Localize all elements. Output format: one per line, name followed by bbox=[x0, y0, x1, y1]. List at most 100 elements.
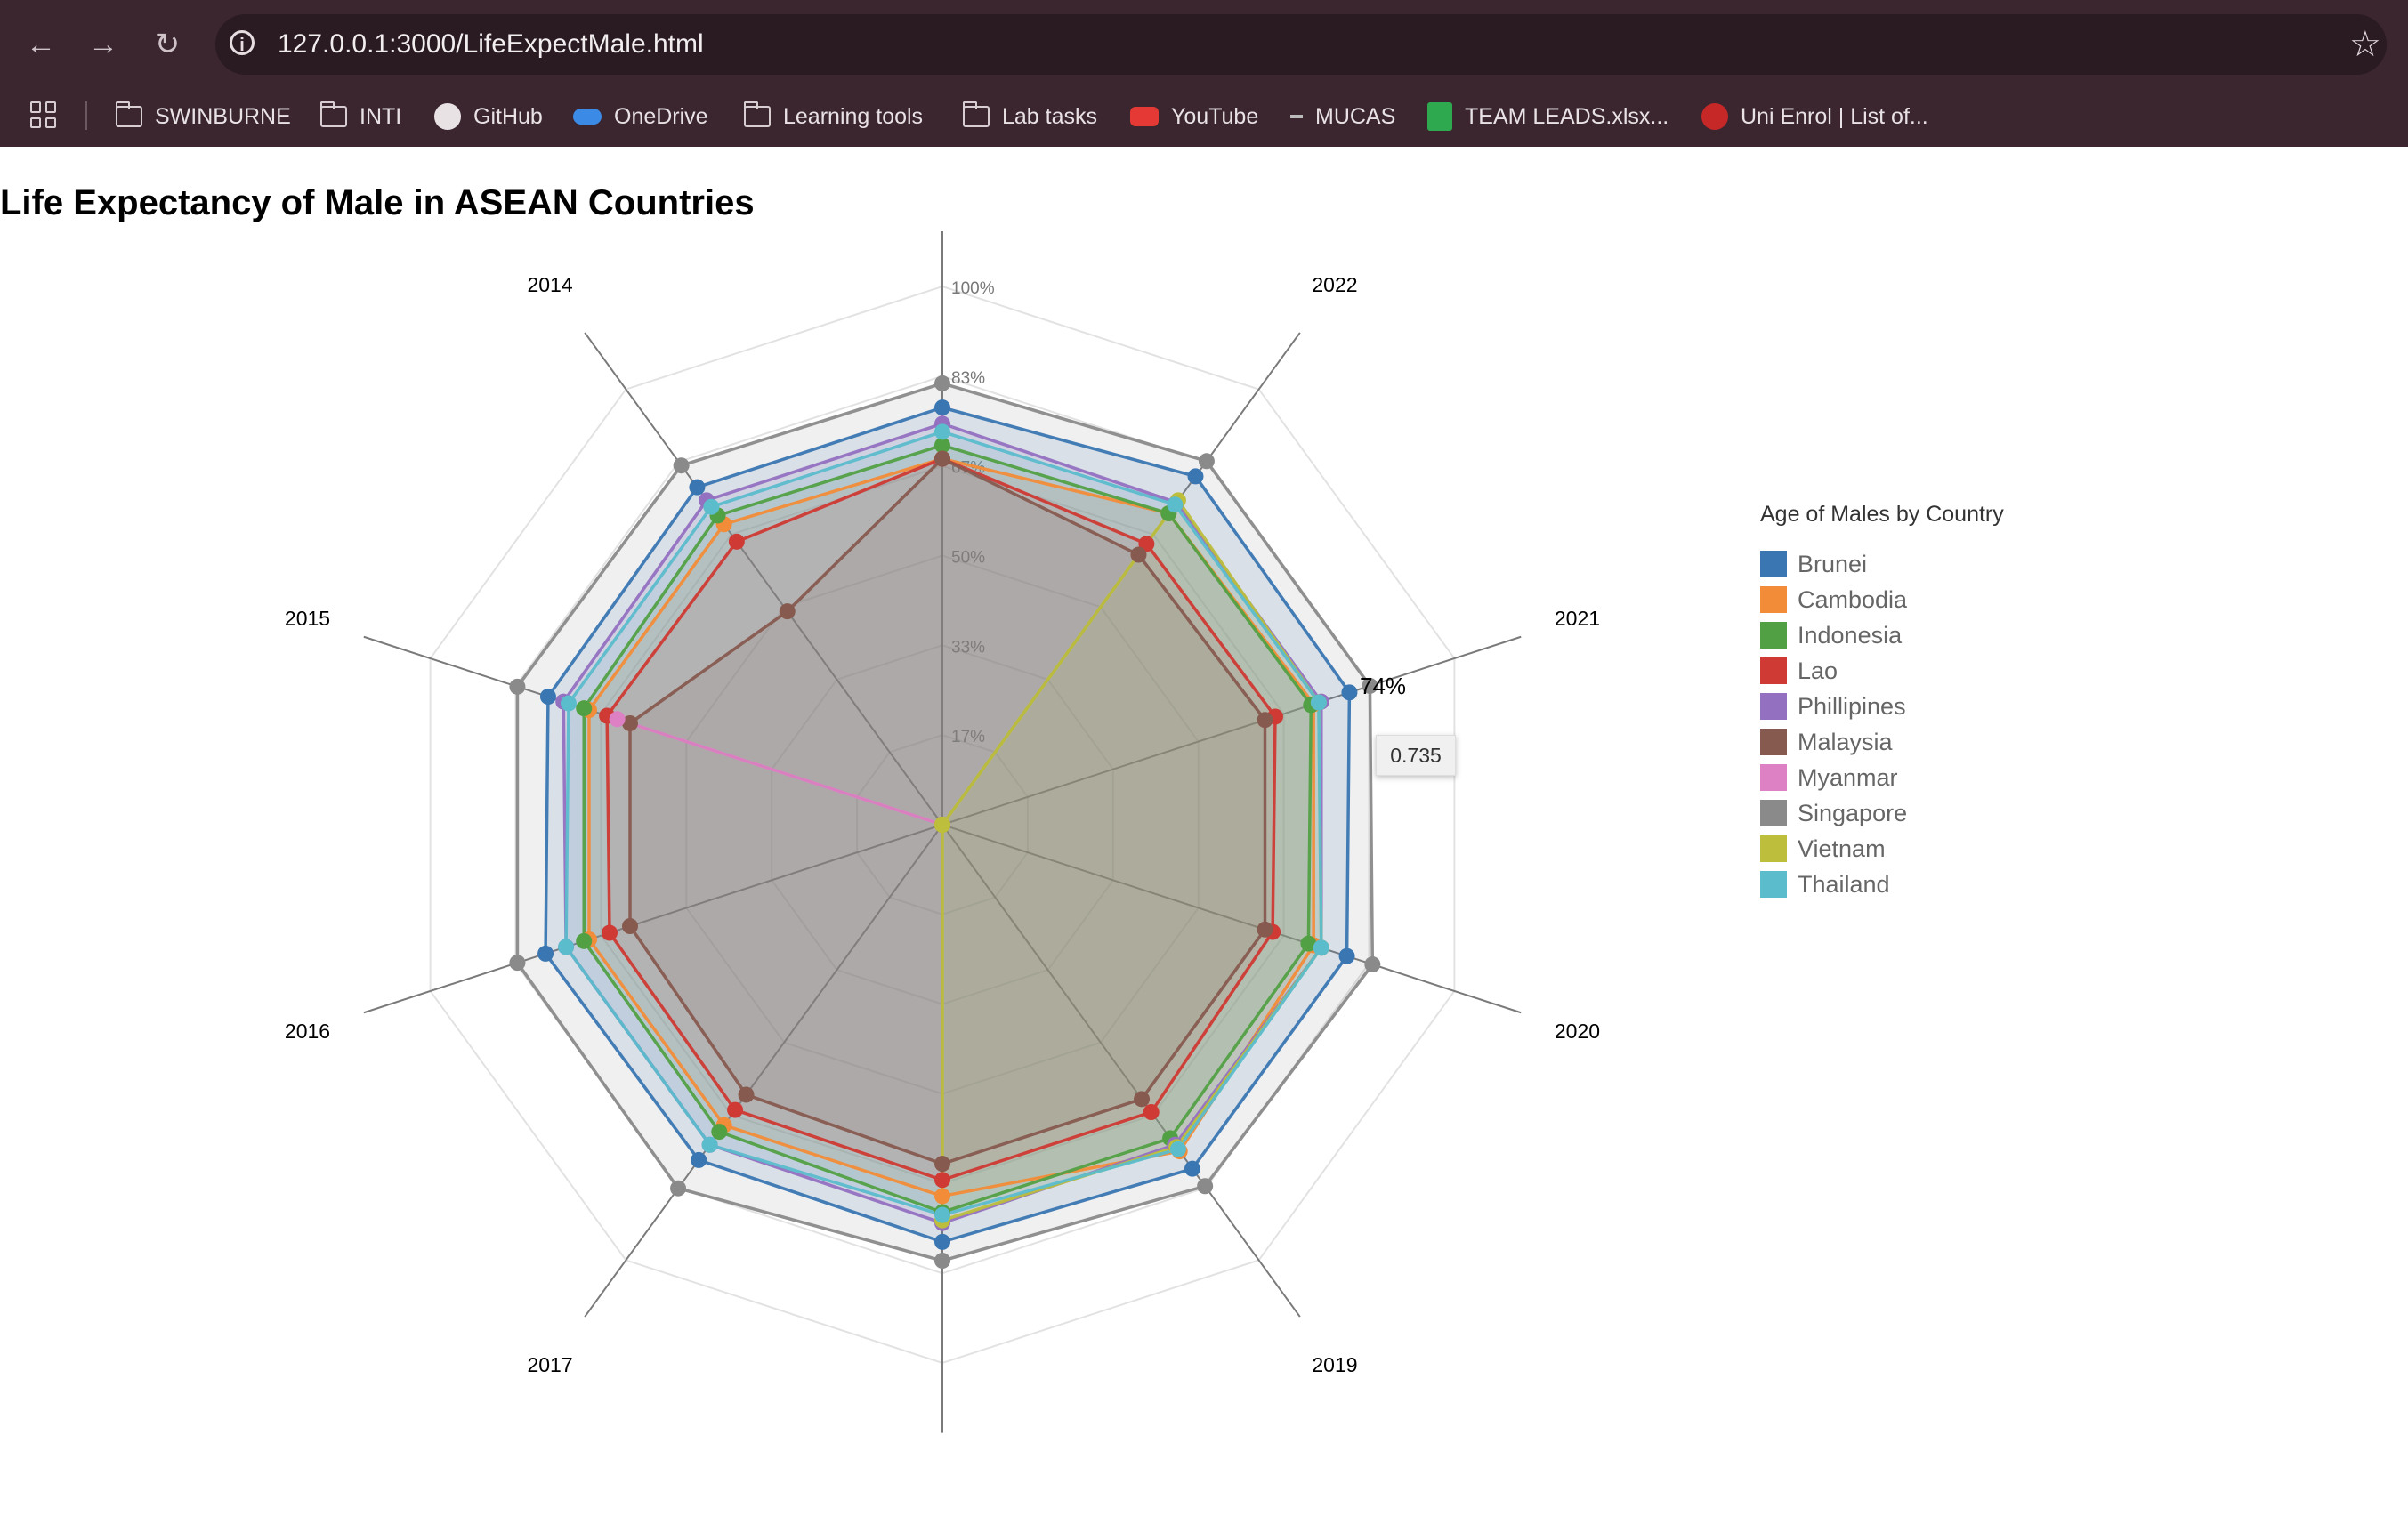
github-icon bbox=[434, 103, 461, 130]
legend-item-indonesia[interactable]: Indonesia bbox=[1760, 617, 2004, 653]
point-malaysia bbox=[1257, 712, 1273, 729]
legend-item-malaysia[interactable]: Malaysia bbox=[1760, 724, 2004, 760]
bookmark-inti[interactable]: INTI bbox=[320, 100, 401, 133]
legend-swatch bbox=[1760, 871, 1787, 898]
point-malaysia bbox=[1134, 1091, 1151, 1108]
axis-label: 2022 bbox=[1312, 273, 1357, 296]
point-lao bbox=[1143, 1104, 1160, 1121]
point-thailand bbox=[934, 423, 950, 440]
point-lao bbox=[601, 924, 618, 941]
axis-label: 2016 bbox=[285, 1020, 330, 1043]
point-brunei bbox=[934, 399, 950, 416]
scale-tick-label: 83% bbox=[951, 369, 985, 388]
bookmark-label: GitHub bbox=[473, 103, 543, 129]
legend-label: Brunei bbox=[1798, 550, 1868, 577]
bookmark-team-leads[interactable]: TEAM LEADS.xlsx... bbox=[1427, 100, 1669, 133]
legend-item-cambodia[interactable]: Cambodia bbox=[1760, 582, 2004, 617]
point-indonesia bbox=[576, 932, 593, 949]
point-thailand bbox=[701, 1136, 718, 1153]
scale-tick-label: 100% bbox=[951, 279, 995, 298]
point-thailand bbox=[1313, 939, 1329, 956]
point-singapore bbox=[1198, 453, 1215, 470]
hover-percent-label: 74% bbox=[1360, 673, 1406, 699]
bookmark-label: Uni Enrol | List of... bbox=[1741, 103, 1928, 129]
legend-item-brunei[interactable]: Brunei bbox=[1760, 546, 2004, 582]
point-brunei bbox=[691, 1151, 707, 1168]
legend-item-phillipines[interactable]: Phillipines bbox=[1760, 689, 2004, 724]
bookmark-star-icon[interactable]: ☆ bbox=[2349, 23, 2381, 66]
legend-item-myanmar[interactable]: Myanmar bbox=[1760, 760, 2004, 795]
legend-item-singapore[interactable]: Singapore bbox=[1760, 795, 2004, 831]
point-singapore bbox=[670, 1180, 687, 1197]
point-indonesia bbox=[711, 1124, 728, 1141]
hover-tooltip: 0.735 bbox=[1376, 735, 1456, 776]
legend-swatch bbox=[1760, 657, 1787, 684]
folder-icon bbox=[744, 101, 771, 127]
legend-label: Phillipines bbox=[1798, 692, 1906, 720]
legend-swatch bbox=[1760, 835, 1787, 862]
bookmark-onedrive[interactable]: OneDrive bbox=[573, 100, 708, 133]
point-cambodia bbox=[934, 1188, 950, 1205]
bookmark-swinburne[interactable]: SWINBURNE bbox=[116, 100, 291, 133]
point-singapore bbox=[1364, 956, 1381, 973]
youtube-icon bbox=[1130, 107, 1159, 126]
point-brunei bbox=[934, 1233, 950, 1250]
legend-swatch bbox=[1760, 729, 1787, 755]
point-brunei bbox=[537, 945, 554, 962]
bookmark-label: MUCAS bbox=[1315, 103, 1396, 129]
point-malaysia bbox=[779, 603, 796, 620]
legend-item-thailand[interactable]: Thailand bbox=[1760, 867, 2004, 902]
back-arrow-icon[interactable]: ← bbox=[20, 23, 62, 66]
reload-icon[interactable]: ↻ bbox=[146, 23, 189, 66]
point-singapore bbox=[934, 375, 950, 391]
site-info-icon[interactable]: i bbox=[230, 30, 255, 55]
point-thailand bbox=[703, 498, 720, 515]
forward-arrow-icon[interactable]: → bbox=[82, 23, 125, 66]
legend-swatch bbox=[1760, 551, 1787, 577]
bookmark-youtube[interactable]: YouTube bbox=[1130, 100, 1258, 133]
radar-chart: 17%33%50%67%83%100% 20132022202120202019… bbox=[285, 231, 1600, 1433]
bookmark-label: INTI bbox=[360, 103, 402, 129]
axis-label: 2019 bbox=[1312, 1353, 1357, 1376]
bookmark-label: TEAM LEADS.xlsx... bbox=[1465, 103, 1669, 129]
url-text[interactable]: 127.0.0.1:3000/LifeExpectMale.html bbox=[278, 25, 704, 64]
browser-chrome: ← → ↻ i 127.0.0.1:3000/LifeExpectMale.ht… bbox=[0, 0, 2408, 147]
legend-swatch bbox=[1760, 693, 1787, 720]
point-malaysia bbox=[1130, 546, 1147, 563]
legend-items: Brunei Cambodia Indonesia Lao Phillipines Mal… bbox=[1760, 546, 2004, 902]
point-lao bbox=[934, 1172, 950, 1189]
point-myanmar bbox=[609, 711, 626, 728]
legend-label: Myanmar bbox=[1798, 763, 1898, 791]
legend-label: Malaysia bbox=[1798, 728, 1893, 755]
axis-label: 2020 bbox=[1555, 1020, 1600, 1043]
legend-label: Vietnam bbox=[1798, 835, 1886, 862]
point-brunei bbox=[1341, 684, 1358, 701]
bookmark-github[interactable]: GitHub bbox=[434, 100, 543, 133]
point-singapore bbox=[509, 955, 526, 972]
legend-item-lao[interactable]: Lao bbox=[1760, 653, 2004, 689]
point-malaysia bbox=[934, 450, 950, 467]
point-vietnam bbox=[934, 817, 950, 833]
apps-grid-icon[interactable] bbox=[30, 101, 57, 128]
point-thailand bbox=[1310, 694, 1327, 711]
point-brunei bbox=[1338, 947, 1355, 964]
point-lao bbox=[727, 1101, 744, 1118]
bookmark-learning-tools[interactable]: Learning tools bbox=[744, 100, 923, 133]
point-singapore bbox=[934, 1253, 950, 1270]
chart-legend: Age of Males by Country Brunei Cambodia In… bbox=[1760, 498, 2004, 902]
legend-item-vietnam[interactable]: Vietnam bbox=[1760, 831, 2004, 867]
point-malaysia bbox=[1257, 921, 1273, 938]
legend-swatch bbox=[1760, 800, 1787, 826]
legend-label: Lao bbox=[1798, 657, 1838, 684]
onedrive-icon bbox=[573, 109, 602, 125]
point-malaysia bbox=[622, 918, 639, 935]
bookmark-lab-tasks[interactable]: Lab tasks bbox=[963, 100, 1097, 133]
point-singapore bbox=[673, 457, 690, 474]
axis-label: 2021 bbox=[1555, 607, 1600, 630]
bookmark-label: Learning tools bbox=[783, 103, 924, 129]
bookmark-mucas[interactable]: MUCAS bbox=[1290, 100, 1395, 133]
point-lao bbox=[728, 533, 745, 550]
bookmark-uni-enrol[interactable]: Uni Enrol | List of... bbox=[1701, 100, 1928, 133]
sheets-icon bbox=[1427, 102, 1452, 131]
legend-swatch bbox=[1760, 622, 1787, 649]
